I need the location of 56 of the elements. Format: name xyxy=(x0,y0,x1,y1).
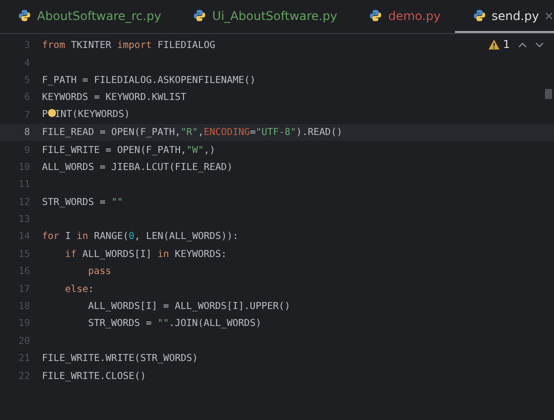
code-token: KEYWORDS = KEYWORD.KWLIST xyxy=(42,92,186,104)
code-token: in xyxy=(76,231,88,242)
code-token: import xyxy=(117,40,152,52)
python-logo-icon xyxy=(472,9,486,22)
file-tab[interactable]: AboutSoftware_rc.py xyxy=(0,0,176,33)
bulb-icon[interactable] xyxy=(48,109,56,118)
warning-count[interactable]: 1 xyxy=(488,38,510,51)
code-token: , LEN(ALL_WORDS)): xyxy=(134,231,238,242)
code-token: ).READ() xyxy=(296,127,342,138)
code-token: STR_WORDS = xyxy=(88,318,153,330)
chevron-up-icon[interactable] xyxy=(518,42,527,48)
code-token: pass xyxy=(88,266,112,278)
code-token: "UTF-8" xyxy=(256,127,296,138)
code-token: FILE_WRITE.CLOSE() xyxy=(42,370,146,382)
code-token: TKINTER xyxy=(70,40,112,52)
code-token: from xyxy=(42,40,66,52)
close-icon[interactable] xyxy=(544,12,553,20)
chevron-down-icon[interactable] xyxy=(535,42,544,48)
file-tab[interactable]: Ui_AboutSoftware.py xyxy=(175,0,352,33)
code-token: if xyxy=(65,248,77,260)
file-tab[interactable]: send.py xyxy=(454,0,554,33)
code-token: else xyxy=(65,284,88,295)
code-token: 0 xyxy=(128,231,134,242)
code-token: KEYWORDS: xyxy=(174,248,227,260)
python-logo-icon xyxy=(18,9,31,22)
code-token: , xyxy=(198,127,204,138)
code-token: "" xyxy=(157,318,169,330)
code-token: FILEDIALOG xyxy=(156,40,216,52)
code-token: "R" xyxy=(180,127,198,138)
code-token: FILE_READ = OPEN(F_PATH, xyxy=(42,127,181,138)
code-token: INT(KEYWORDS) xyxy=(54,109,130,122)
code-token: ENCODING xyxy=(204,127,250,138)
code-token: STR_WORDS = xyxy=(42,196,107,208)
warning-icon xyxy=(488,39,500,50)
file-tab[interactable]: demo.py xyxy=(351,0,455,33)
scrollbar-thumb[interactable] xyxy=(545,89,552,99)
code-token: in xyxy=(157,248,170,260)
code-token: RANGE( xyxy=(92,231,129,242)
code-token: ALL_WORDS[I] xyxy=(81,248,153,260)
python-logo-icon xyxy=(369,9,382,22)
line-number: 8 xyxy=(23,127,31,138)
code-token: ALL_WORDS[I] = ALL_WORDS[I].UPPER() xyxy=(88,301,290,312)
code-token: FILE_WRITE.WRITE(STR_WORDS) xyxy=(42,353,198,364)
code-token: for xyxy=(42,231,60,242)
code-token: "" xyxy=(111,196,123,208)
python-logo-icon xyxy=(193,9,206,22)
code-token: "W" xyxy=(186,144,204,156)
code-token: = xyxy=(250,127,256,138)
code-token: ,) xyxy=(204,144,216,156)
code-token: FILE_WRITE = OPEN(F_PATH, xyxy=(42,144,186,156)
code-token: ALL_WORDS = JIEBA.LCUT(FILE_READ) xyxy=(42,162,233,173)
code-token: .JOIN(ALL_WORDS) xyxy=(168,318,262,330)
code-token: P xyxy=(42,109,48,122)
code-token: : xyxy=(88,284,94,295)
code-token: F_PATH = FILEDIALOG.ASKOPENFILENAME() xyxy=(42,74,256,86)
code-token: I xyxy=(64,231,72,242)
